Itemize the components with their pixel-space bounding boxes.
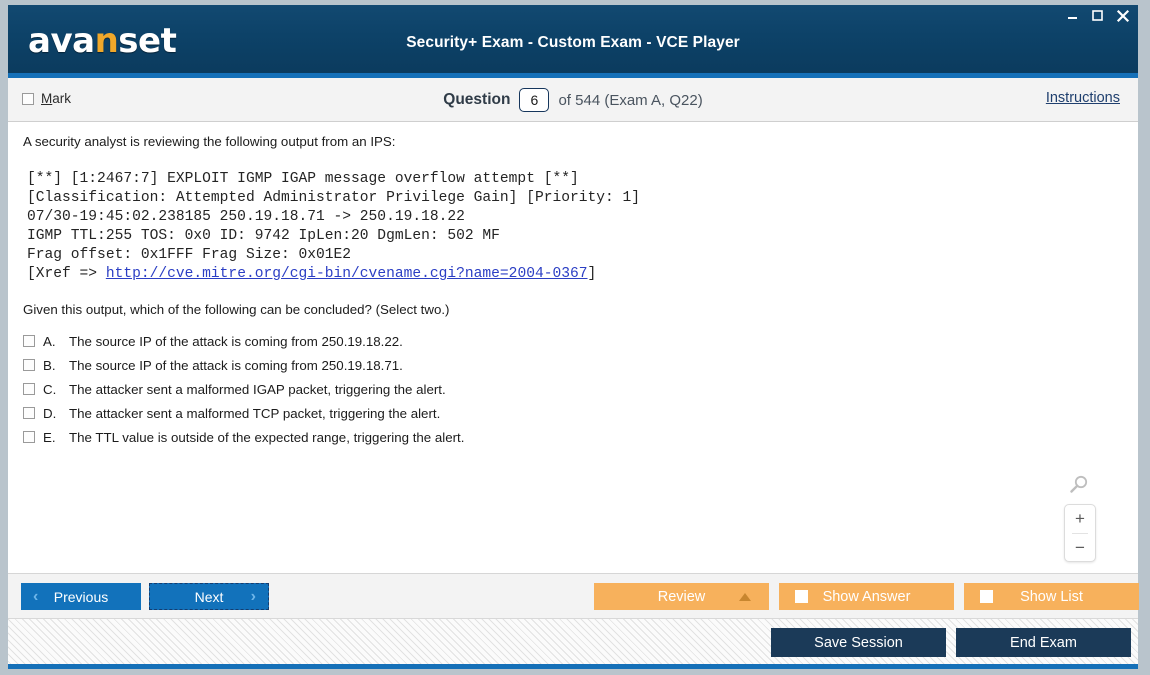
sub-question-text: Given this output, which of the followin… (23, 302, 450, 317)
magnifier-icon[interactable] (1068, 474, 1090, 496)
question-bar: Mark Question 6 of 544 (Exam A, Q22) Ins… (8, 78, 1138, 122)
answer-text-a: The source IP of the attack is coming fr… (69, 333, 403, 349)
answer-text-b: The source IP of the attack is coming fr… (69, 357, 403, 373)
previous-button-label: Previous (53, 588, 109, 605)
answer-option-b[interactable]: B. The source IP of the attack is coming… (23, 353, 923, 377)
caret-up-icon (739, 592, 751, 601)
zoom-out-button[interactable]: − (1065, 534, 1095, 562)
previous-chevron-icon: ‹ (33, 587, 39, 605)
show-list-button[interactable]: Show List (964, 583, 1139, 610)
question-stem: A security analyst is reviewing the foll… (23, 134, 396, 149)
answer-option-a[interactable]: A. The source IP of the attack is coming… (23, 329, 923, 353)
answer-checkbox-a[interactable] (23, 335, 35, 347)
show-list-label: Show List (1020, 588, 1083, 605)
answer-option-d[interactable]: D. The attacker sent a malformed TCP pac… (23, 401, 923, 425)
window-frame-bottom (0, 669, 1150, 675)
answer-letter-d: D. (43, 405, 57, 421)
review-button[interactable]: Review (594, 583, 769, 610)
review-button-label: Review (657, 588, 706, 605)
answer-checkbox-e[interactable] (23, 431, 35, 443)
question-total-label: of 544 (Exam A, Q22) (558, 91, 703, 109)
answer-checkbox-c[interactable] (23, 383, 35, 395)
instructions-link[interactable]: Instructions (1046, 90, 1120, 106)
maximize-icon[interactable] (1090, 8, 1105, 23)
title-bar: avanset Security+ Exam - Custom Exam - V… (8, 5, 1138, 73)
window-frame-left (0, 0, 8, 675)
navigation-bar: ‹ Previous Next › Review Show Answer Sho… (8, 573, 1139, 618)
cve-reference-link[interactable]: http://cve.mitre.org/cgi-bin/cvename.cgi… (106, 266, 588, 282)
answer-text-d: The attacker sent a malformed TCP packet… (69, 405, 441, 421)
question-number-input[interactable]: 6 (519, 88, 550, 112)
ips-output-block: [**] [1:2467:7] EXPLOIT IGMP IGAP messag… (27, 170, 640, 284)
answer-text-e: The TTL value is outside of the expected… (69, 429, 465, 445)
ips-line-3: 07/30-19:45:02.238185 250.19.18.71 -> 25… (27, 209, 465, 225)
next-chevron-icon: › (250, 587, 256, 605)
bottom-accent-bar (8, 664, 1138, 669)
ips-line-2: [Classification: Attempted Administrator… (27, 190, 641, 206)
show-answer-checkbox[interactable] (795, 590, 808, 603)
ips-line-5: Frag offset: 0x1FFF Frag Size: 0x01E2 (27, 247, 352, 263)
question-content-area: A security analyst is reviewing the foll… (8, 122, 1138, 573)
answer-letter-c: C. (43, 381, 57, 397)
answer-letter-a: A. (43, 333, 56, 349)
answer-letter-b: B. (43, 357, 56, 373)
next-button-label: Next (194, 588, 224, 605)
end-exam-button[interactable]: End Exam (956, 628, 1131, 657)
answer-checkbox-b[interactable] (23, 359, 35, 371)
question-counter: Question 6 of 544 (Exam A, Q22) (8, 88, 1138, 112)
ips-line-6-prefix: [Xref => (27, 266, 106, 282)
answer-option-c[interactable]: C. The attacker sent a malformed IGAP pa… (23, 377, 923, 401)
show-answer-button[interactable]: Show Answer (779, 583, 954, 610)
next-button[interactable]: Next › (149, 583, 269, 610)
answer-option-e[interactable]: E. The TTL value is outside of the expec… (23, 425, 923, 449)
show-answer-label: Show Answer (822, 588, 911, 605)
window-frame-right (1138, 0, 1150, 675)
close-icon[interactable] (1115, 8, 1130, 23)
answer-letter-e: E. (43, 429, 56, 445)
answer-text-c: The attacker sent a malformed IGAP packe… (69, 381, 446, 397)
window-title: Security+ Exam - Custom Exam - VCE Playe… (406, 34, 740, 51)
minimize-icon[interactable] (1065, 8, 1080, 23)
zoom-control: + − (1064, 504, 1096, 562)
vce-player-window: avanset Security+ Exam - Custom Exam - V… (0, 0, 1150, 675)
answer-checkbox-d[interactable] (23, 407, 35, 419)
question-word-label: Question (443, 91, 511, 108)
save-session-button[interactable]: Save Session (771, 628, 946, 657)
footer-bar: Save Session End Exam (8, 618, 1138, 669)
show-list-checkbox[interactable] (980, 590, 993, 603)
ips-line-6-suffix: ] (587, 266, 597, 282)
zoom-in-button[interactable]: + (1065, 505, 1095, 533)
answer-options-list: A. The source IP of the attack is coming… (23, 329, 923, 449)
previous-button[interactable]: ‹ Previous (21, 583, 141, 610)
window-controls (1065, 8, 1130, 23)
ips-line-4: IGMP TTL:255 TOS: 0x0 ID: 9742 IpLen:20 … (27, 228, 500, 244)
ips-line-1: [**] [1:2467:7] EXPLOIT IGMP IGAP messag… (27, 171, 579, 187)
